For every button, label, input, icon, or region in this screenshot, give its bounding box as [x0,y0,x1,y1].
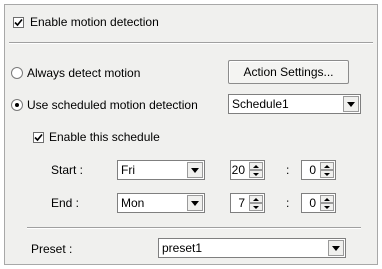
start-hour-value: 20 [231,163,245,177]
motion-detection-panel: Enable motion detection Always detect mo… [4,4,378,265]
enable-schedule-label[interactable]: Enable this schedule [49,130,160,144]
divider-top [9,42,373,44]
spin-down-icon[interactable] [249,203,263,211]
scheduled-detect-radio[interactable] [11,99,23,111]
action-settings-label: Action Settings... [243,65,334,79]
end-day-select[interactable]: Mon [117,193,205,213]
spin-down-icon[interactable] [320,170,334,178]
check-icon [34,133,43,142]
preset-label: Preset : [31,242,73,256]
end-label: End : [51,196,80,210]
spin-down-icon[interactable] [249,170,263,178]
chevron-down-icon[interactable] [187,162,203,178]
schedule-select-value: Schedule1 [232,97,289,111]
preset-select[interactable]: preset1 [158,238,346,258]
always-detect-radio[interactable] [11,67,23,79]
spin-up-icon[interactable] [249,162,263,170]
always-detect-label[interactable]: Always detect motion [27,66,140,80]
action-settings-button[interactable]: Action Settings... [228,60,349,84]
spin-up-icon[interactable] [320,162,334,170]
radio-selected-dot [15,103,19,107]
end-minute-value: 0 [309,196,316,210]
start-time-colon: : [286,163,290,177]
enable-schedule-checkbox[interactable] [33,132,44,143]
start-label: Start : [51,163,84,177]
spin-up-icon[interactable] [320,195,334,203]
spin-up-icon[interactable] [249,195,263,203]
preset-select-value: preset1 [162,241,203,255]
chevron-down-icon[interactable] [187,195,203,211]
start-minute-spinner[interactable]: 0 [301,160,336,180]
chevron-down-icon[interactable] [343,96,359,112]
divider-bottom [27,227,361,229]
check-icon [14,18,23,27]
end-time-colon: : [286,196,290,210]
chevron-down-icon[interactable] [328,240,344,256]
scheduled-detect-label[interactable]: Use scheduled motion detection [27,98,198,112]
spin-down-icon[interactable] [320,203,334,211]
enable-motion-checkbox[interactable] [13,17,24,28]
end-day-value: Mon [121,196,145,210]
start-hour-spinner[interactable]: 20 [230,160,265,180]
schedule-select[interactable]: Schedule1 [228,94,361,114]
start-day-select[interactable]: Fri [117,160,205,180]
end-minute-spinner[interactable]: 0 [301,193,336,213]
start-minute-value: 0 [309,163,316,177]
enable-motion-label[interactable]: Enable motion detection [30,15,159,29]
end-hour-value: 7 [238,196,245,210]
start-day-value: Fri [121,163,135,177]
end-hour-spinner[interactable]: 7 [230,193,265,213]
